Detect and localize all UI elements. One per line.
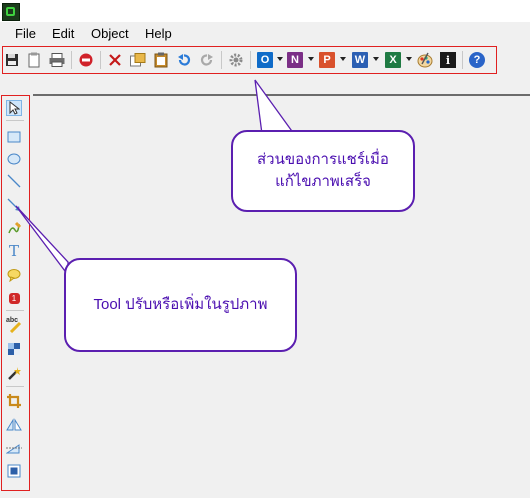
crop-tool-icon[interactable]	[6, 393, 22, 409]
step-number-glyph: 1	[8, 292, 20, 304]
magic-wand-tool-icon[interactable]	[6, 365, 22, 381]
menu-edit[interactable]: Edit	[52, 26, 74, 41]
speech-bubble-tool-icon[interactable]	[6, 267, 22, 283]
menu-object[interactable]: Object	[91, 26, 129, 41]
help-letter: ?	[473, 54, 481, 66]
outlook-letter: O	[260, 54, 270, 66]
settings-icon[interactable]	[228, 52, 244, 68]
text-tool-glyph: T	[8, 242, 19, 260]
flip-vertical-tool-icon[interactable]	[6, 440, 22, 456]
excel-dropdown-icon[interactable]	[406, 57, 412, 61]
toolbar-callout-line2: แก้ไขภาพเสร็จ	[275, 173, 371, 190]
toolbar-separator	[71, 51, 72, 69]
canvas-border	[33, 94, 530, 96]
excel-icon[interactable]: X	[385, 52, 401, 68]
redo-icon[interactable]	[199, 52, 215, 68]
save-icon[interactable]	[4, 52, 20, 68]
sidebar-highlight-box: T 1 abc	[1, 95, 30, 491]
toolbar-share-callout: ส่วนของการแชร์เมื่อ แก้ไขภาพเสร็จ	[231, 130, 415, 212]
info-icon[interactable]: i	[440, 52, 456, 68]
outlook-dropdown-icon[interactable]	[277, 57, 283, 61]
sidebar-separator	[6, 386, 24, 387]
cut-icon[interactable]	[107, 52, 123, 68]
onenote-icon[interactable]: N	[287, 52, 303, 68]
paste-icon[interactable]	[26, 52, 42, 68]
menu-file[interactable]: File	[15, 26, 36, 41]
powerpoint-letter: P	[323, 54, 331, 66]
ellipse-tool-icon[interactable]	[6, 151, 22, 167]
info-letter: i	[445, 53, 451, 67]
toolbar-separator	[221, 51, 222, 69]
sidebar-tools-callout: Tool ปรับหรือเพิ่มในรูปภาพ	[64, 258, 297, 352]
word-letter: W	[354, 54, 366, 66]
resize-canvas-tool-icon[interactable]	[6, 463, 22, 479]
sidebar-callout-text: Tool ปรับหรือเพิ่มในรูปภาพ	[93, 296, 268, 313]
title-bar	[0, 0, 530, 22]
select-tool-icon[interactable]	[6, 100, 22, 116]
print-icon[interactable]	[49, 52, 65, 68]
spell-marker-tool-icon[interactable]: abc	[6, 317, 22, 333]
copy-icon[interactable]	[130, 52, 146, 68]
toolbar-callout-line1: ส่วนของการแชร์เมื่อ	[257, 151, 389, 168]
pen-tool-icon[interactable]	[6, 220, 22, 236]
onenote-letter: N	[291, 54, 299, 66]
word-dropdown-icon[interactable]	[373, 57, 379, 61]
text-tool-icon[interactable]: T	[6, 242, 22, 260]
excel-letter: X	[389, 54, 397, 66]
toolbar: O N P W X i ?	[0, 44, 530, 78]
help-icon[interactable]: ?	[469, 52, 485, 68]
flip-horizontal-tool-icon[interactable]	[6, 417, 22, 433]
arrow-tool-icon[interactable]	[6, 197, 22, 213]
menu-help[interactable]: Help	[145, 26, 172, 41]
toolbar-separator	[250, 51, 251, 69]
powerpoint-dropdown-icon[interactable]	[340, 57, 346, 61]
rectangle-tool-icon[interactable]	[6, 129, 22, 145]
toolbar-separator	[100, 51, 101, 69]
step-number-tool-icon[interactable]: 1	[6, 290, 22, 306]
outlook-icon[interactable]: O	[257, 52, 273, 68]
stop-icon[interactable]	[78, 52, 94, 68]
sidebar-separator	[6, 310, 24, 311]
sidebar-separator	[6, 120, 24, 121]
clipboard-icon[interactable]	[153, 52, 169, 68]
toolbar-separator	[462, 51, 463, 69]
paint-icon[interactable]	[417, 52, 433, 68]
powerpoint-icon[interactable]: P	[319, 52, 335, 68]
blur-tool-icon[interactable]	[6, 341, 22, 357]
undo-icon[interactable]	[176, 52, 192, 68]
onenote-dropdown-icon[interactable]	[308, 57, 314, 61]
menu-bar: File Edit Object Help	[0, 22, 530, 44]
word-icon[interactable]: W	[352, 52, 368, 68]
line-tool-icon[interactable]	[6, 173, 22, 189]
app-logo-icon	[2, 3, 20, 21]
